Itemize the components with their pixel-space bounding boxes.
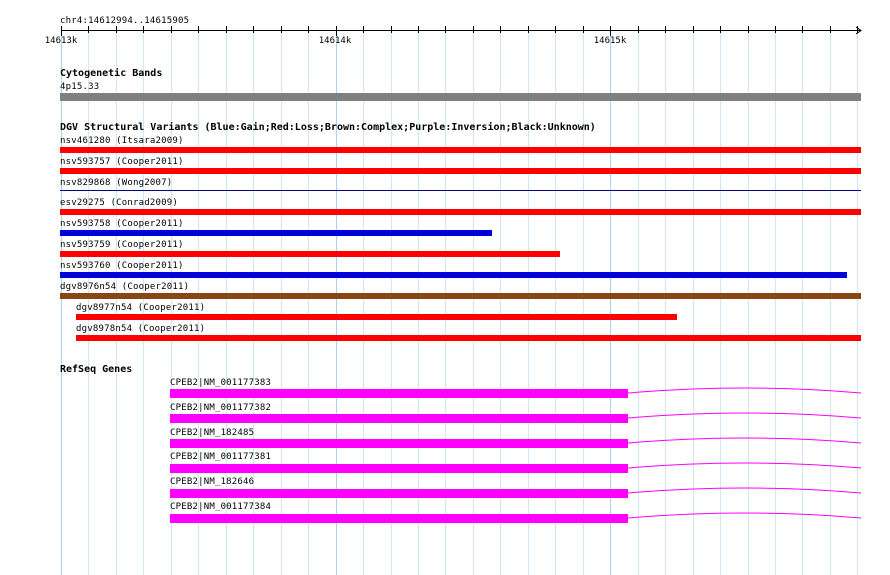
refseq-intron-line	[627, 412, 862, 419]
refseq-intron-line	[627, 462, 862, 469]
refseq-intron-line	[627, 512, 862, 519]
genome-browser-panel: chr4:14612994..14615905 14613k 14614k 14…	[0, 0, 890, 575]
refseq-introns	[627, 387, 862, 519]
refseq-intron-line	[627, 437, 862, 444]
refseq-intron-line	[627, 387, 862, 394]
refseq-intron-line	[627, 487, 862, 494]
